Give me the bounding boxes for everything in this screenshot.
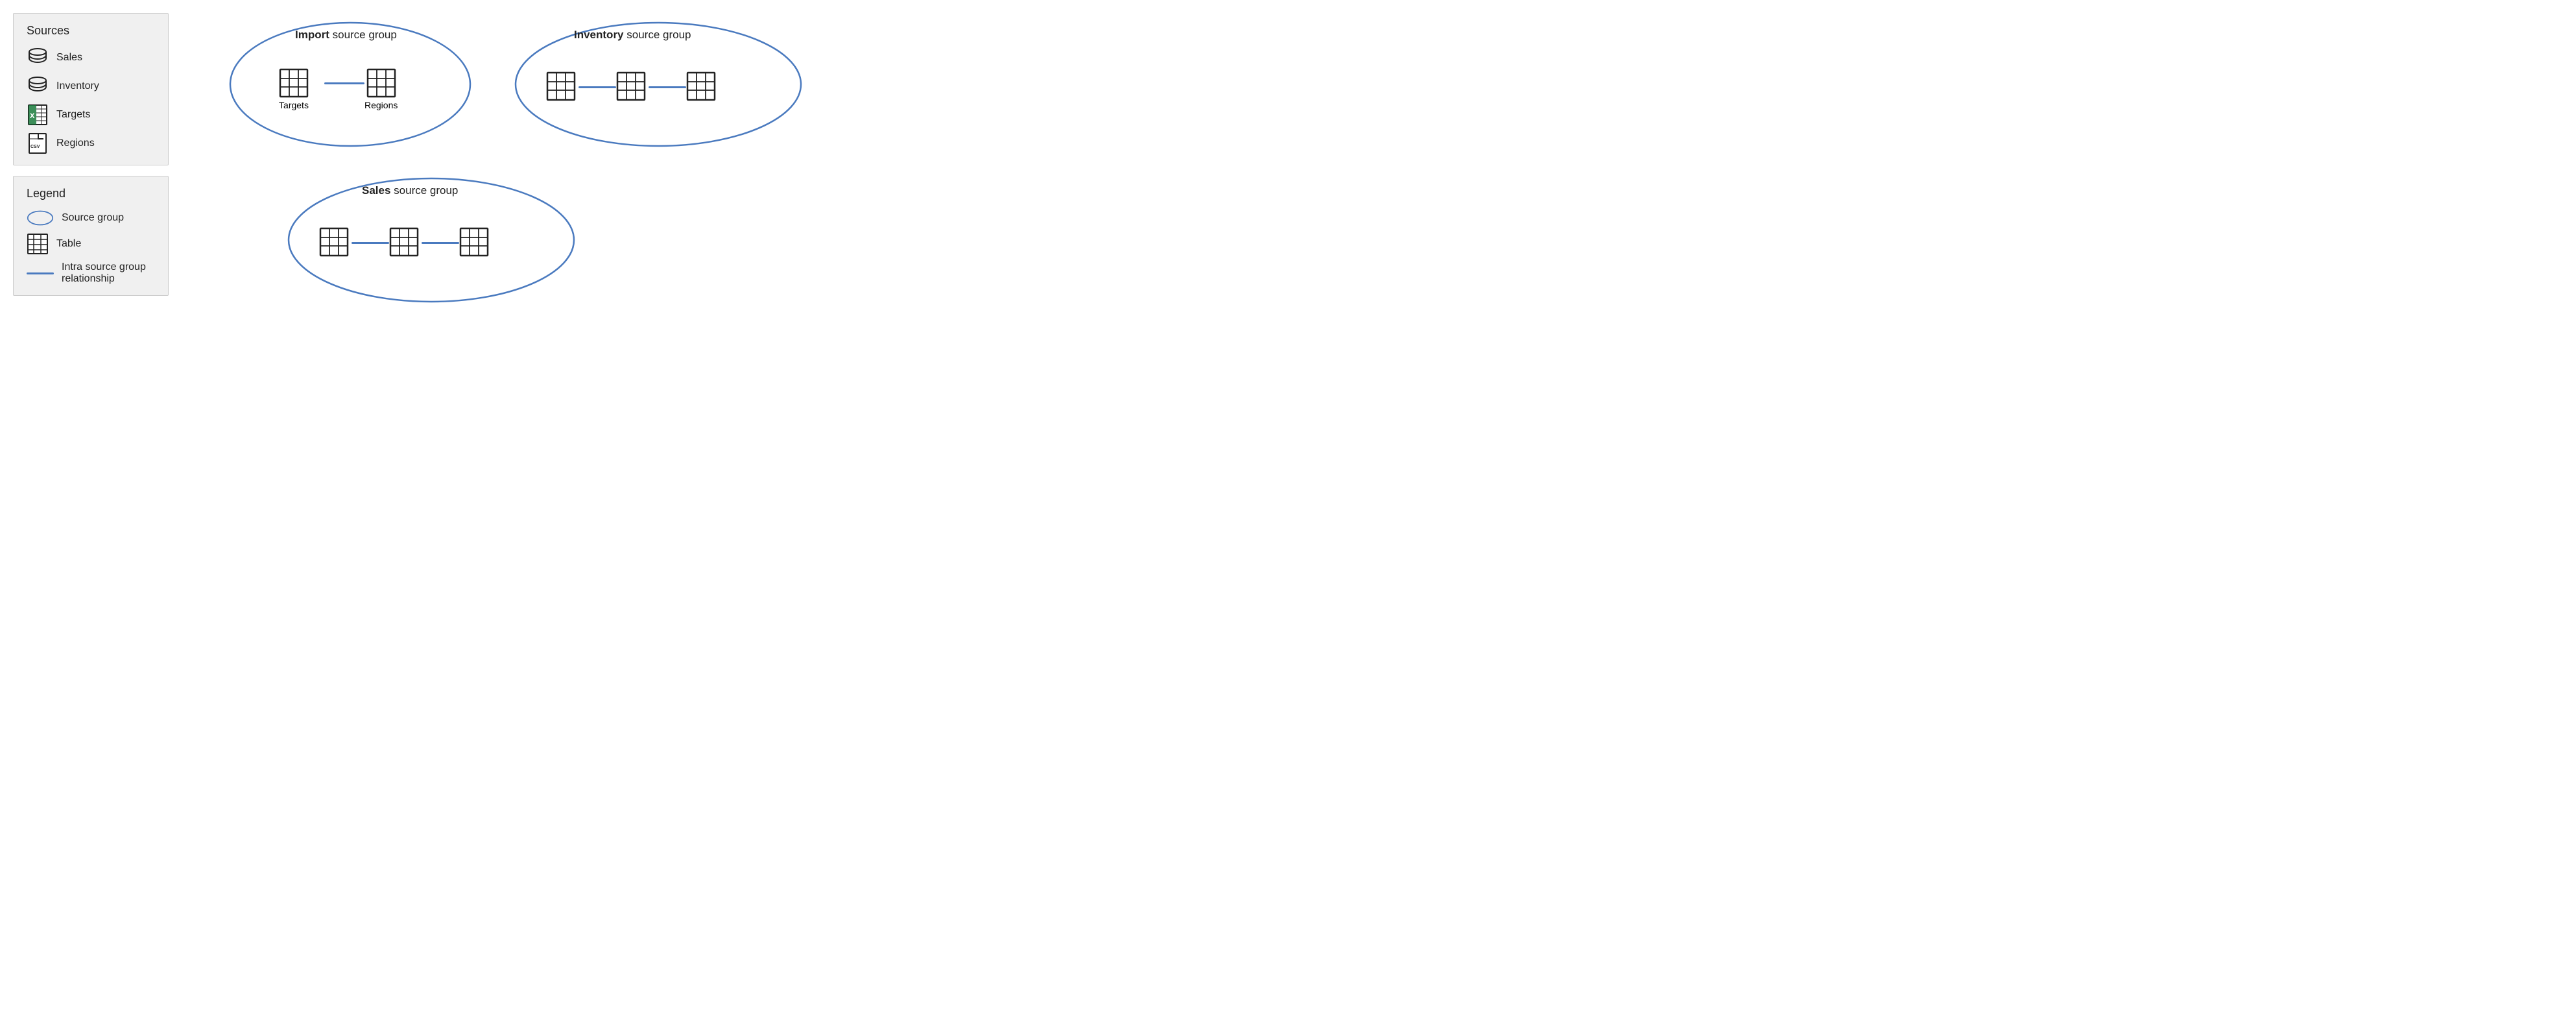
svg-text:CSV: CSV [30, 145, 40, 149]
legend-ellipse-icon [27, 210, 54, 226]
database-icon-sales [27, 47, 49, 69]
source-label-inventory: Inventory [56, 80, 99, 92]
source-item-inventory: Inventory [27, 75, 155, 97]
excel-icon-targets: X [27, 104, 49, 126]
legend-label-relationship: Intra source group relationship [62, 261, 155, 285]
legend-table-icon [27, 233, 49, 255]
inventory-connector-1 [578, 86, 616, 88]
sales-group-title: Sales source group [362, 184, 458, 197]
legend-label-source-group: Source group [62, 212, 124, 224]
legend-line-icon [27, 272, 54, 274]
source-item-regions: CSV Regions [27, 132, 155, 154]
import-group-title: Import source group [295, 29, 397, 42]
inventory-table-1 [546, 71, 576, 104]
targets-label: Targets [279, 100, 309, 110]
sales-table-2 [389, 227, 419, 260]
legend-item-source-group: Source group [27, 210, 155, 226]
sales-group-ellipse: Sales source group [285, 175, 577, 305]
diagram-area: Import source group Targets Re [188, 13, 765, 311]
import-group-ellipse: Import source group Targets Re [227, 19, 473, 149]
legend-item-relationship: Intra source group relationship [27, 261, 155, 285]
legend-panel: Legend Source group Table Intra source g… [13, 176, 169, 296]
csv-icon-regions: CSV [27, 132, 49, 154]
sales-table-3 [459, 227, 489, 260]
source-label-sales: Sales [56, 52, 82, 64]
source-label-targets: Targets [56, 109, 90, 121]
inventory-connector-2 [649, 86, 686, 88]
sources-panel: Sources Sales Inventory [13, 13, 169, 165]
sources-title: Sources [27, 24, 155, 38]
source-item-targets: X Targets [27, 104, 155, 126]
inventory-table-3 [686, 71, 716, 104]
targets-table-icon: Targets [279, 68, 309, 110]
legend-item-table: Table [27, 233, 155, 255]
legend-label-table: Table [56, 238, 81, 250]
inventory-group-title: Inventory source group [574, 29, 691, 42]
source-item-sales: Sales [27, 47, 155, 69]
inventory-group-ellipse: Inventory source group [512, 19, 804, 149]
import-connector [324, 82, 364, 84]
legend-title: Legend [27, 187, 155, 200]
source-label-regions: Regions [56, 138, 95, 149]
inventory-table-2 [616, 71, 646, 104]
regions-table-icon: Regions [364, 68, 398, 110]
left-panel: Sources Sales Inventory [13, 13, 169, 311]
database-icon-inventory [27, 75, 49, 97]
regions-label: Regions [364, 100, 398, 110]
sales-connector-1 [352, 242, 389, 244]
svg-text:X: X [30, 112, 35, 120]
sales-connector-2 [422, 242, 459, 244]
sales-table-1 [319, 227, 349, 260]
